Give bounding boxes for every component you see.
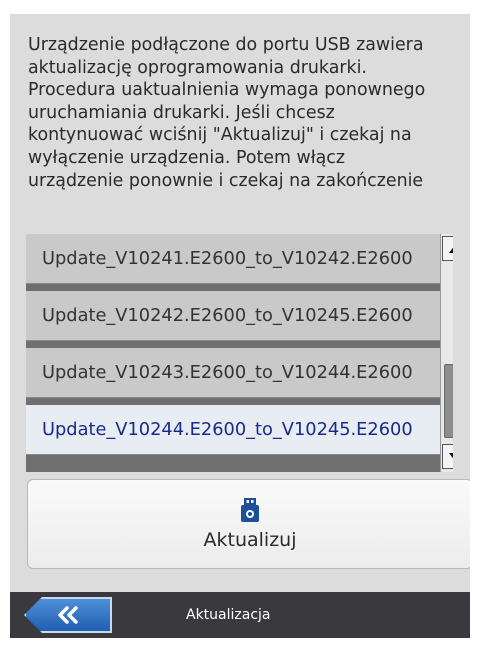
list-item-update-3[interactable]: Update_V10243.E2600_to_V10244.E2600 xyxy=(26,348,440,398)
scroll-up-button[interactable] xyxy=(442,236,453,261)
update-button[interactable]: Aktualizuj xyxy=(27,479,470,569)
list-scrollbar[interactable] xyxy=(440,234,453,472)
bottom-bar: Aktualizacja xyxy=(10,592,470,638)
triangle-down-icon xyxy=(448,452,453,459)
update-button-label: Aktualizuj xyxy=(203,529,297,551)
update-screen: Urządzenie podłączone do portu USB zawie… xyxy=(10,14,470,592)
screen-title: Aktualizacja xyxy=(186,607,271,623)
double-chevron-left-icon xyxy=(58,606,78,624)
back-button[interactable] xyxy=(24,597,112,633)
list-item-update-1[interactable]: Update_V10241.E2600_to_V10242.E2600 xyxy=(26,234,440,284)
scroll-thumb[interactable] xyxy=(444,364,453,438)
list-item-update-4-selected[interactable]: Update_V10244.E2600_to_V10245.E2600 xyxy=(26,405,440,455)
scroll-down-button[interactable] xyxy=(442,444,453,469)
usb-drive-icon xyxy=(241,498,259,522)
update-message: Urządzenie podłączone do portu USB zawie… xyxy=(28,35,426,191)
triangle-up-icon xyxy=(448,246,453,253)
list-item-update-2[interactable]: Update_V10242.E2600_to_V10245.E2600 xyxy=(26,291,440,341)
update-file-list[interactable]: Update_V10241.E2600_to_V10242.E2600 Upda… xyxy=(26,234,453,472)
